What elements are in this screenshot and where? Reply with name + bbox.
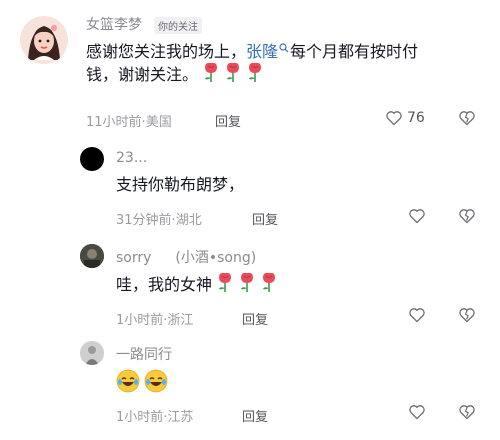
user-avatar-image	[80, 341, 104, 365]
comment-text: 哇，我的女神	[116, 271, 278, 297]
rose-emoji	[227, 62, 240, 82]
comment-meta: 1小时前·江苏	[116, 410, 194, 425]
comment-time: 31分钟前	[116, 213, 172, 228]
like-button[interactable]	[408, 208, 426, 224]
broken-heart-outline-icon	[459, 405, 475, 420]
user-mention-link[interactable]: 张隆	[246, 42, 278, 61]
laughing-crying-emoji	[116, 369, 140, 393]
comment-time: 11小时前	[86, 115, 142, 130]
broken-heart-outline-icon	[459, 308, 475, 323]
user-avatar-image	[80, 244, 104, 268]
comment-meta: 31分钟前·湖北	[116, 213, 202, 228]
comment-text-line2: 钱，谢谢关注。	[86, 61, 264, 87]
username-suffix: (小酒•song)	[175, 250, 257, 266]
reply-button[interactable]: 回复	[252, 209, 278, 228]
comment-time: 1小时前	[116, 410, 164, 425]
rose-emoji	[241, 272, 254, 292]
comment-username[interactable]: 一路同行	[116, 344, 172, 364]
comment-text-prefix: 感谢您关注我的场上，	[86, 42, 247, 61]
comment-emoji-text	[116, 369, 168, 393]
comment-text-suffix: 每个月都有按时付	[290, 42, 419, 61]
comment-location: 江苏	[167, 410, 194, 425]
avatar[interactable]	[20, 16, 68, 64]
avatar[interactable]	[80, 147, 104, 171]
dislike-button[interactable]	[458, 208, 476, 224]
comment-meta: 1小时前·浙江	[116, 313, 194, 328]
reply-button[interactable]: 回复	[215, 111, 241, 130]
heart-outline-icon	[409, 405, 425, 420]
comment-username[interactable]: 23...	[116, 150, 147, 166]
like-count: 76	[407, 110, 425, 126]
rose-emoji	[219, 272, 232, 292]
dislike-button[interactable]	[458, 307, 476, 323]
following-badge: 你的关注	[154, 17, 202, 34]
dislike-button[interactable]	[458, 404, 476, 420]
broken-heart-outline-icon	[459, 111, 475, 126]
comment-text: 支持你勒布朗梦，	[116, 175, 245, 194]
comment-time: 1小时前	[116, 313, 164, 328]
heart-outline-icon	[409, 308, 425, 323]
search-icon[interactable]	[279, 35, 289, 60]
rose-emoji-group	[212, 272, 278, 294]
reply-button[interactable]: 回复	[242, 309, 268, 328]
like-button[interactable]: 76	[385, 110, 425, 126]
comment-username[interactable]: sorry (小酒•song)	[116, 247, 256, 267]
comment-text-content: 哇，我的女神	[116, 275, 213, 294]
broken-heart-outline-icon	[459, 209, 475, 224]
dislike-button[interactable]	[458, 110, 476, 126]
laughing-crying-emoji	[144, 369, 168, 393]
comment-location: 美国	[145, 115, 172, 130]
rose-emoji	[205, 62, 218, 82]
reply-button[interactable]: 回复	[242, 406, 268, 425]
heart-outline-icon	[409, 209, 425, 224]
comment-text-line2-text: 钱，谢谢关注。	[86, 65, 199, 84]
like-button[interactable]	[408, 307, 426, 323]
like-button[interactable]	[408, 404, 426, 420]
avatar[interactable]	[80, 341, 104, 365]
comment-text: 感谢您关注我的场上，张隆 每个月都有按时付	[86, 35, 418, 64]
username-text: sorry	[116, 250, 152, 266]
comment-location: 湖北	[175, 213, 202, 228]
comment-meta: 11小时前·美国	[86, 115, 172, 130]
rose-emoji	[249, 62, 262, 82]
heart-outline-icon	[386, 111, 402, 126]
user-avatar-image	[20, 16, 68, 64]
comment-username[interactable]: 女篮李梦	[86, 14, 142, 34]
comment-location: 浙江	[167, 313, 194, 328]
avatar[interactable]	[80, 244, 104, 268]
rose-emoji-group	[198, 62, 264, 84]
rose-emoji	[263, 272, 276, 292]
